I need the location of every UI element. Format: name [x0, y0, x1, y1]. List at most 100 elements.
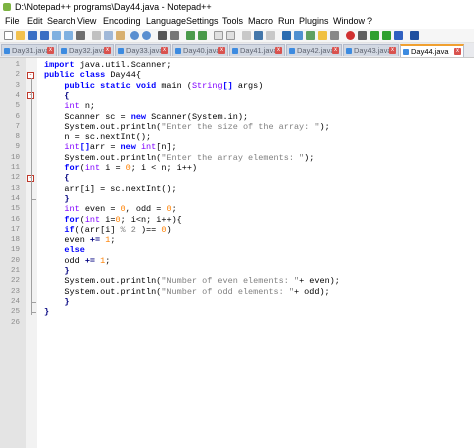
code-line[interactable]: for(int i = 0; i < n; i++): [44, 163, 197, 173]
line-number: 12: [10, 174, 20, 183]
paste-icon[interactable]: [116, 31, 125, 40]
sync-horizontal-icon[interactable]: [226, 31, 235, 40]
code-line[interactable]: if((arr[i] % 2 )== 0): [44, 225, 171, 235]
code-line[interactable]: {: [44, 91, 69, 101]
close-tab-icon[interactable]: x: [161, 47, 168, 54]
tab-day33[interactable]: Day33.java x: [115, 44, 171, 56]
close-all-icon[interactable]: [64, 31, 73, 40]
tab-label: Day43.java: [354, 46, 392, 55]
close-tab-icon[interactable]: x: [332, 47, 339, 54]
document-map-icon[interactable]: [294, 31, 303, 40]
line-number: 26: [10, 318, 20, 327]
code-line[interactable]: }: [44, 194, 69, 204]
close-file-icon[interactable]: [52, 31, 61, 40]
code-line[interactable]: int even = 0, odd = 0;: [44, 204, 176, 214]
menu-language[interactable]: Language: [146, 14, 186, 29]
code-line[interactable]: for(int i=0; i<n; i++){: [44, 215, 181, 225]
tab-label: Day40.java: [183, 46, 221, 55]
print-icon[interactable]: [76, 31, 85, 40]
code-line[interactable]: Scanner sc = new Scanner(System.in);: [44, 112, 248, 122]
save-icon[interactable]: [28, 31, 37, 40]
folder-workspace-icon[interactable]: [318, 31, 327, 40]
find-icon[interactable]: [158, 31, 167, 40]
zoom-out-icon[interactable]: [198, 31, 207, 40]
file-icon: [346, 48, 352, 54]
code-line[interactable]: import java.util.Scanner;: [44, 60, 172, 70]
line-number: 13: [10, 184, 20, 193]
close-tab-icon[interactable]: x: [47, 47, 54, 54]
word-wrap-icon[interactable]: [242, 31, 251, 40]
line-number: 15: [10, 205, 20, 214]
menu-search[interactable]: Search: [47, 14, 76, 29]
code-line[interactable]: System.out.println("Enter the size of th…: [44, 122, 329, 132]
undo-icon[interactable]: [130, 31, 139, 40]
show-all-characters-icon[interactable]: [254, 31, 263, 40]
record-macro-icon[interactable]: [346, 31, 355, 40]
tab-day32[interactable]: Day32.java x: [58, 44, 114, 56]
code-line[interactable]: System.out.println("Enter the array elem…: [44, 153, 314, 163]
code-line[interactable]: n = sc.nextInt();: [44, 132, 151, 142]
playback-macro-icon[interactable]: [370, 31, 379, 40]
replace-icon[interactable]: [170, 31, 179, 40]
monitoring-icon[interactable]: [330, 31, 339, 40]
menu-file[interactable]: File: [5, 14, 20, 29]
line-number: 21: [10, 267, 20, 275]
menu-plugins[interactable]: Plugins: [299, 14, 329, 29]
line-number: 6: [15, 112, 20, 121]
menu-tools[interactable]: Tools: [222, 14, 243, 29]
code-line[interactable]: else: [44, 245, 84, 255]
tab-day44[interactable]: Day44.java x: [400, 44, 464, 57]
tab-day43[interactable]: Day43.java x: [343, 44, 399, 56]
code-line[interactable]: public static void main (String[] args): [44, 81, 263, 91]
notepad-app-icon: [3, 3, 11, 11]
code-line[interactable]: int[]arr = new int[n];: [44, 142, 176, 152]
tab-day42[interactable]: Day42.java x: [286, 44, 342, 56]
menu-help[interactable]: ?: [367, 14, 372, 29]
code-line[interactable]: }: [44, 266, 69, 276]
copy-icon[interactable]: [104, 31, 113, 40]
code-line[interactable]: int n;: [44, 101, 95, 111]
code-line[interactable]: odd += 1;: [44, 256, 110, 266]
function-list-icon[interactable]: [306, 31, 315, 40]
menu-run[interactable]: Run: [278, 14, 295, 29]
code-line[interactable]: arr[i] = sc.nextInt();: [44, 184, 176, 194]
code-line[interactable]: even += 1;: [44, 235, 115, 245]
menu-macro[interactable]: Macro: [248, 14, 273, 29]
code-line[interactable]: }: [44, 297, 69, 307]
close-tab-icon[interactable]: x: [218, 47, 225, 54]
close-tab-icon[interactable]: x: [104, 47, 111, 54]
line-number: 5: [15, 102, 20, 111]
indent-guide-icon[interactable]: [266, 31, 275, 40]
new-file-icon[interactable]: [4, 31, 13, 40]
code-line[interactable]: {: [44, 173, 69, 183]
code-line[interactable]: }: [44, 307, 49, 317]
menu-edit[interactable]: Edit: [27, 14, 43, 29]
spell-check-icon[interactable]: [410, 31, 419, 40]
menu-window[interactable]: Window: [333, 14, 365, 29]
language-icon[interactable]: [282, 31, 291, 40]
tab-day40[interactable]: Day40.java x: [172, 44, 228, 56]
sync-vertical-icon[interactable]: [214, 31, 223, 40]
cut-icon[interactable]: [92, 31, 101, 40]
close-tab-icon[interactable]: x: [454, 48, 461, 55]
menu-settings[interactable]: Settings: [186, 14, 219, 29]
code-line[interactable]: System.out.println("Number of even eleme…: [44, 276, 339, 286]
save-all-icon[interactable]: [40, 31, 49, 40]
menu-view[interactable]: View: [77, 14, 96, 29]
stop-recording-icon[interactable]: [358, 31, 367, 40]
close-tab-icon[interactable]: x: [389, 47, 396, 54]
save-macro-icon[interactable]: [394, 31, 403, 40]
line-number: 24: [10, 297, 20, 306]
tab-label: Day31.java: [12, 46, 50, 55]
redo-icon[interactable]: [142, 31, 151, 40]
menu-encoding[interactable]: Encoding: [103, 14, 141, 29]
code-line[interactable]: public class Day44{: [44, 70, 141, 80]
open-file-icon[interactable]: [16, 31, 25, 40]
code-line[interactable]: System.out.println("Number of odd elemen…: [44, 287, 329, 297]
code-editor[interactable]: --- 1import java.util.Scanner;2public cl…: [0, 58, 474, 448]
run-macro-multiple-icon[interactable]: [382, 31, 391, 40]
tab-day41[interactable]: Day41.java x: [229, 44, 285, 56]
close-tab-icon[interactable]: x: [275, 47, 282, 54]
tab-day31[interactable]: Day31.java x: [1, 44, 57, 56]
zoom-in-icon[interactable]: [186, 31, 195, 40]
